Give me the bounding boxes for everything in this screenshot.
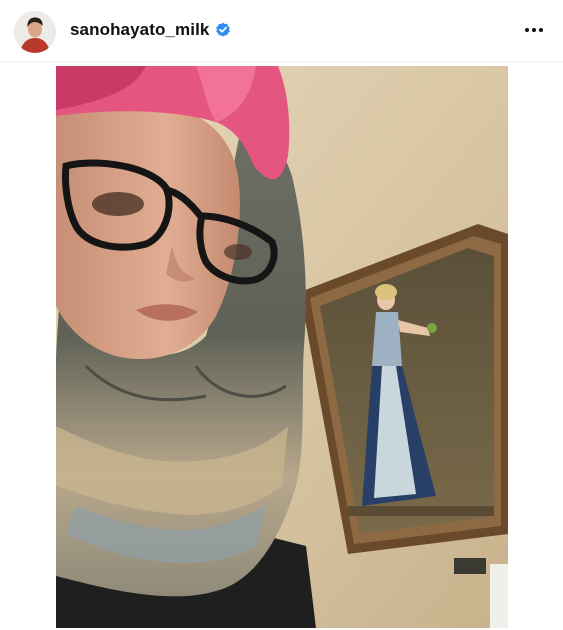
selfie-image	[56, 66, 508, 628]
avatar-image	[14, 11, 56, 53]
verified-badge-icon	[215, 22, 231, 38]
post-photo[interactable]	[56, 66, 508, 628]
username-row: sanohayato_milk	[70, 20, 231, 40]
post-header: sanohayato_milk	[0, 0, 563, 62]
username-link[interactable]: sanohayato_milk	[70, 20, 209, 40]
profile-avatar[interactable]	[14, 11, 56, 53]
more-options-icon[interactable]	[523, 20, 545, 40]
